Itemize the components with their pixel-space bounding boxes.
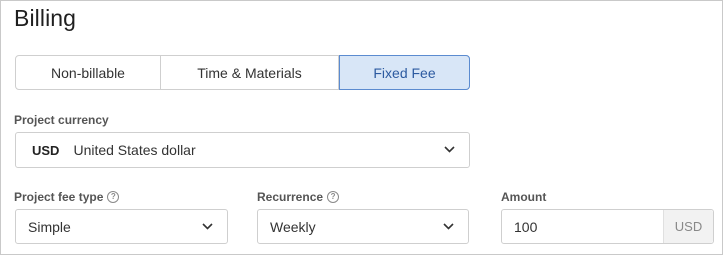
option-time-materials[interactable]: Time & Materials xyxy=(161,56,339,89)
option-non-billable[interactable]: Non-billable xyxy=(16,56,161,89)
fee-type-value: Simple xyxy=(28,218,71,235)
currency-select[interactable]: USD United States dollar xyxy=(15,132,470,168)
recurrence-select[interactable]: Weekly xyxy=(257,209,469,244)
recurrence-label-text: Recurrence xyxy=(257,190,324,204)
amount-label: Amount xyxy=(501,190,546,204)
amount-value[interactable]: 100 xyxy=(514,219,663,235)
currency-label-text: Project currency xyxy=(14,113,109,127)
billing-type-selector: Non-billable Time & Materials Fixed Fee xyxy=(15,55,470,90)
amount-currency-suffix: USD xyxy=(663,210,713,243)
recurrence-label: Recurrence ? xyxy=(257,190,340,204)
currency-name: United States dollar xyxy=(73,142,196,158)
fee-type-select[interactable]: Simple xyxy=(15,209,228,244)
chevron-down-icon xyxy=(444,146,455,153)
fee-type-label-text: Project fee type xyxy=(14,190,104,204)
currency-label: Project currency xyxy=(14,113,109,127)
help-icon[interactable]: ? xyxy=(107,191,120,203)
section-title: Billing xyxy=(14,5,77,31)
fee-type-label: Project fee type ? xyxy=(14,190,120,204)
billing-panel: Billing Non-billable Time & Materials Fi… xyxy=(0,0,723,255)
currency-code: USD xyxy=(32,142,60,158)
recurrence-value: Weekly xyxy=(270,218,316,235)
chevron-down-icon xyxy=(202,222,213,230)
amount-label-text: Amount xyxy=(501,190,547,204)
option-fixed-fee[interactable]: Fixed Fee xyxy=(339,55,470,90)
help-icon[interactable]: ? xyxy=(327,191,340,203)
amount-input[interactable]: 100 USD xyxy=(501,209,714,244)
chevron-down-icon xyxy=(443,222,454,230)
